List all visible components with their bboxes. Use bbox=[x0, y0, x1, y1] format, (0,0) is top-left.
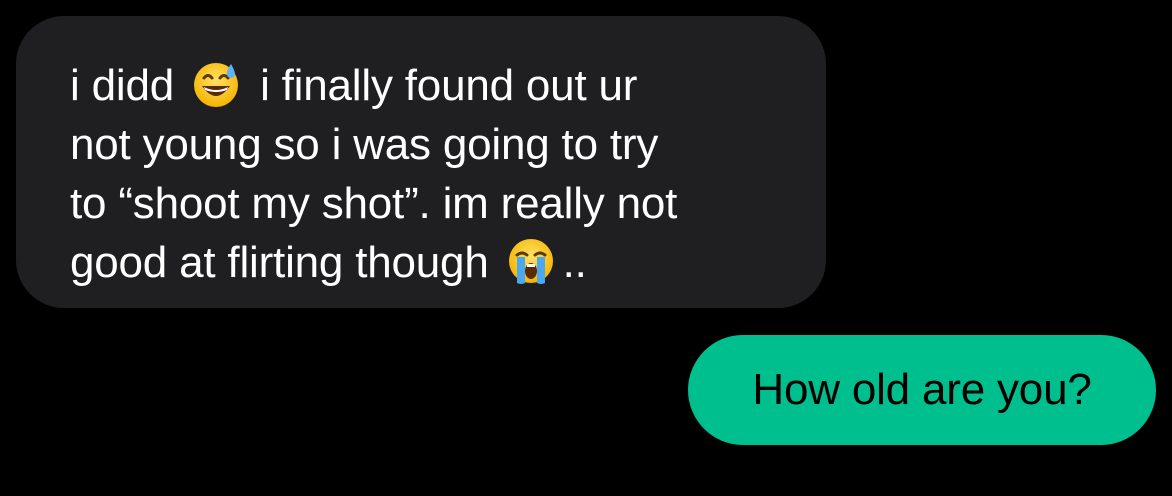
received-message-line-4: good at flirting though .. bbox=[70, 233, 806, 292]
received-text-segment: i finally found out ur bbox=[260, 61, 638, 110]
received-message-line-3: to “shoot my shot”. im really not bbox=[70, 179, 678, 228]
received-text-segment: good at flirting though bbox=[70, 238, 489, 287]
sent-message-bubble[interactable]: How old are you? bbox=[688, 335, 1156, 445]
loudly-crying-face-icon bbox=[505, 235, 557, 287]
received-message-bubble[interactable]: i didd i finally found out ur not young … bbox=[16, 16, 826, 308]
grinning-face-with-sweat-icon bbox=[190, 58, 242, 110]
received-message-line-2: not young so i was going to try bbox=[70, 120, 659, 169]
sent-message-text: How old are you? bbox=[752, 365, 1092, 414]
received-text-segment: i didd bbox=[70, 61, 174, 110]
received-text-segment: .. bbox=[562, 238, 587, 287]
received-message-line-1: i didd i finally found out ur bbox=[70, 56, 806, 115]
